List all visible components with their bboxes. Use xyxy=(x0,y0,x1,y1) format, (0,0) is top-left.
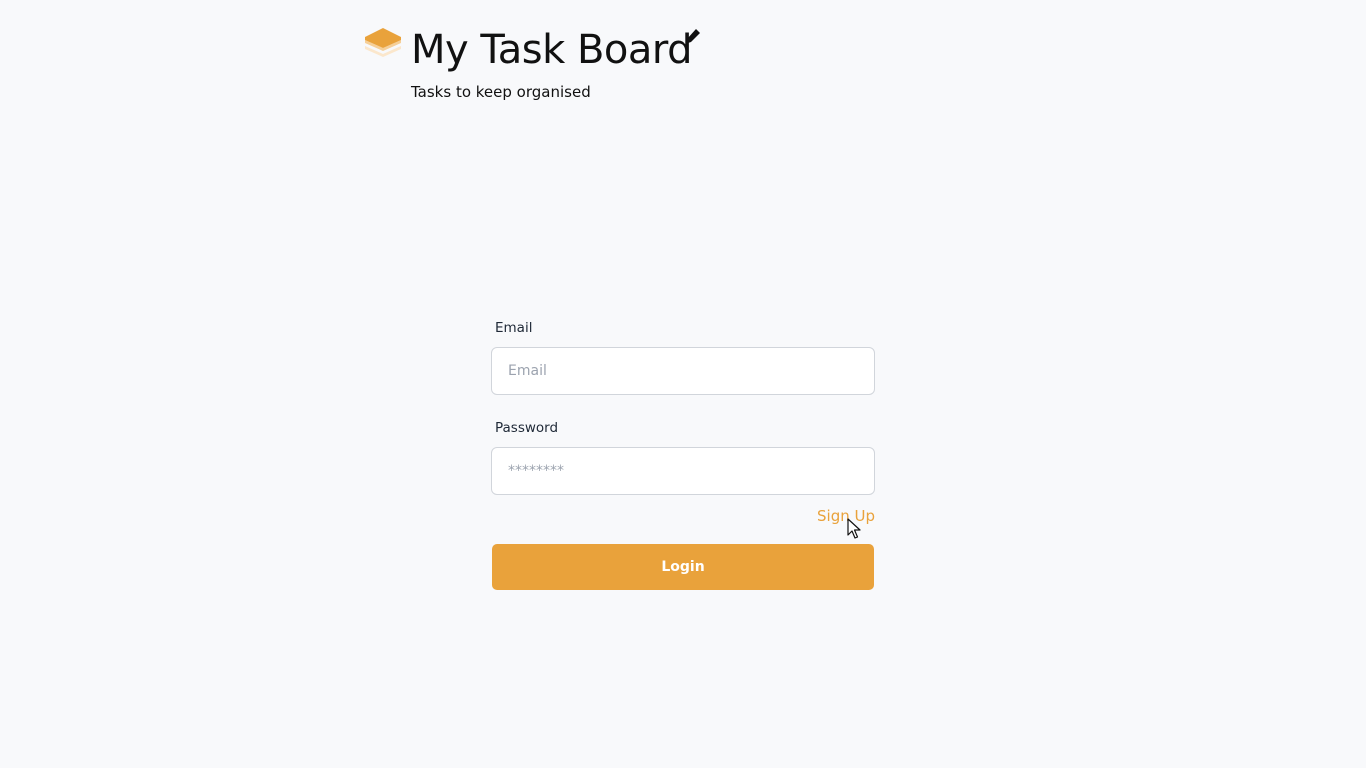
app-header: My Task Board Tasks to keep organised xyxy=(363,26,723,106)
email-label: Email xyxy=(495,320,533,336)
page-title: My Task Board xyxy=(411,27,693,73)
password-input[interactable] xyxy=(491,447,875,495)
mouse-cursor-icon xyxy=(847,518,861,539)
page-subtitle: Tasks to keep organised xyxy=(411,83,591,101)
signup-row: Sign Up xyxy=(491,506,875,528)
pen-icon xyxy=(685,29,700,45)
password-label: Password xyxy=(495,420,559,436)
email-input[interactable] xyxy=(491,347,875,395)
login-form: Email Password Sign Up Login xyxy=(491,318,875,590)
signup-link[interactable]: Sign Up xyxy=(817,507,875,525)
login-button[interactable]: Login xyxy=(492,544,874,590)
stacked-layers-icon xyxy=(365,28,401,57)
